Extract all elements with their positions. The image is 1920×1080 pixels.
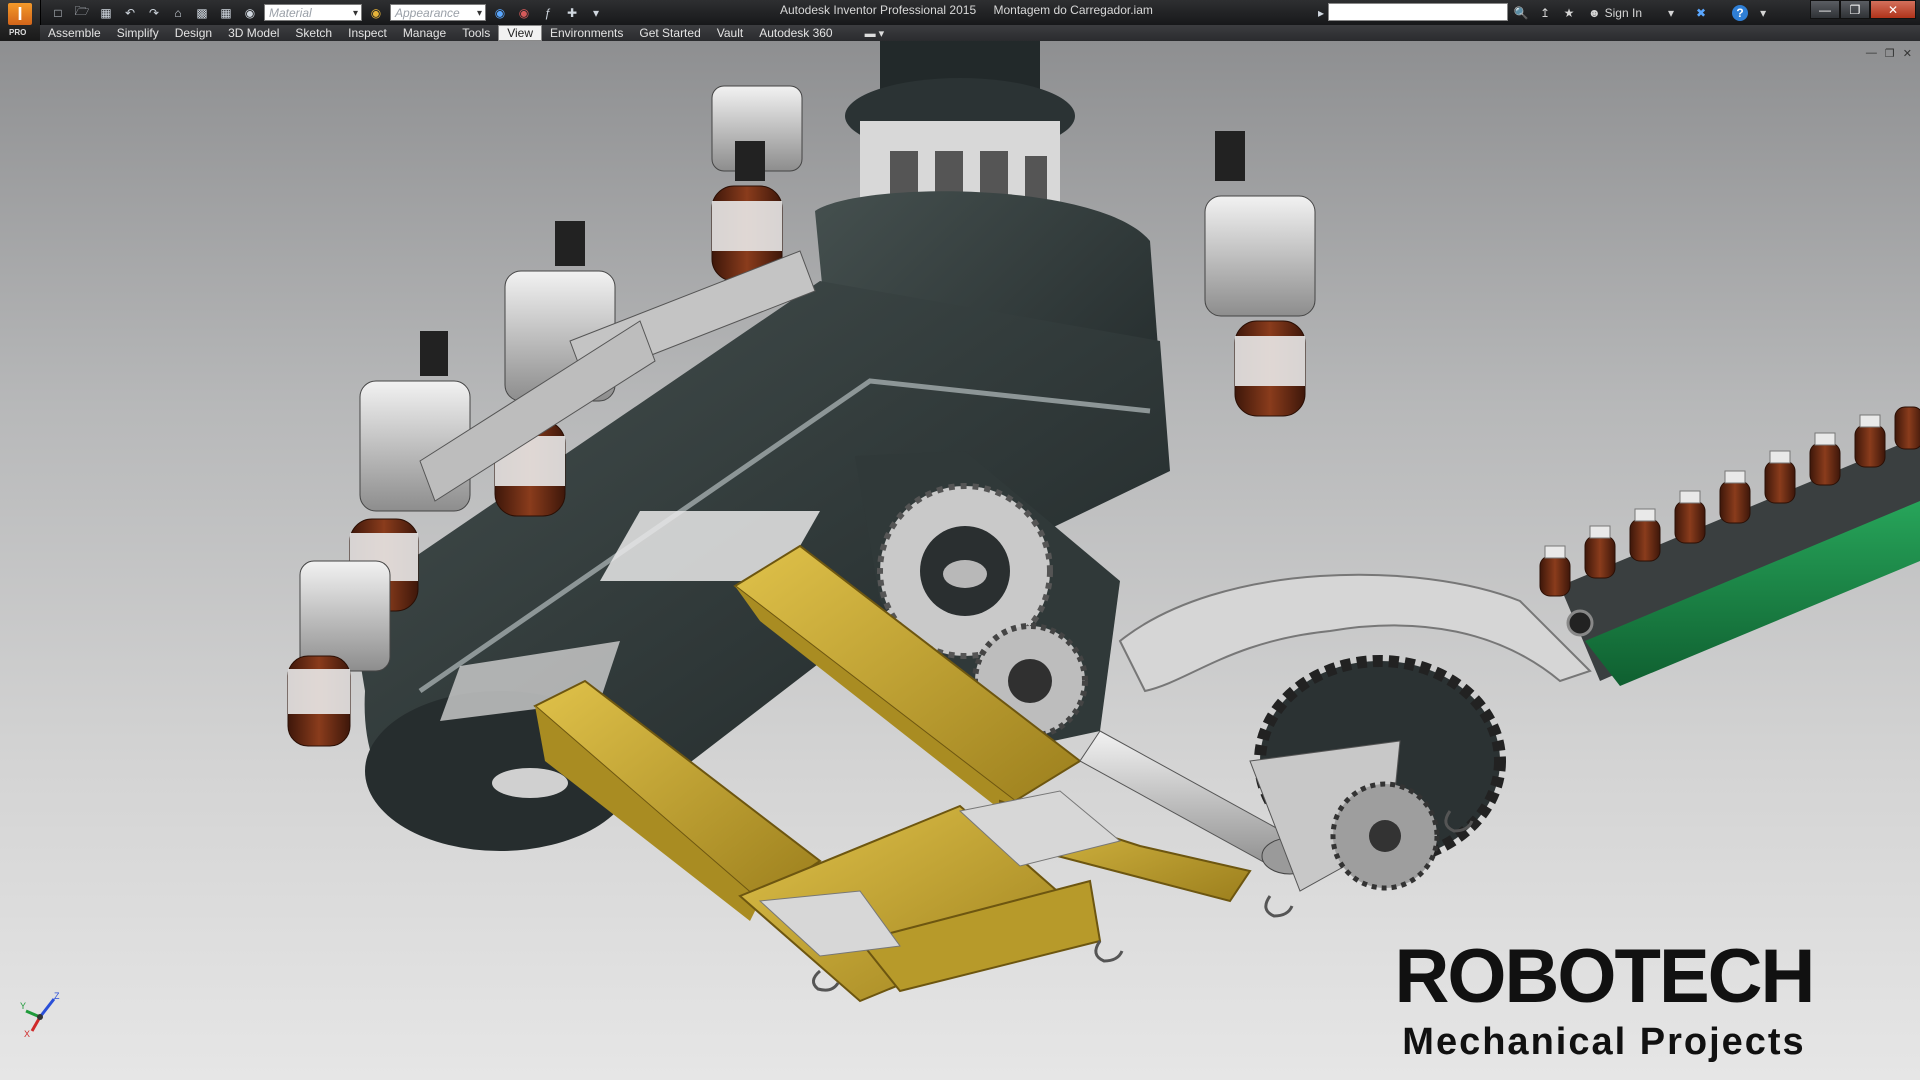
tab-design[interactable]: Design — [167, 25, 220, 41]
brand-subtitle: Mechanical Projects — [1402, 1021, 1806, 1063]
adjust-appearance-icon[interactable]: ◉ — [514, 4, 534, 22]
material-dropdown[interactable]: Material — [264, 4, 362, 22]
tab-autodesk-360[interactable]: Autodesk 360 — [751, 25, 840, 41]
redo-icon[interactable]: ↷ — [144, 4, 164, 22]
customize-qat-chevron-down-icon[interactable]: ▾ — [586, 4, 606, 22]
restore-button[interactable]: ❐ — [1840, 0, 1870, 19]
ribbon-tabs: Assemble Simplify Design 3D Model Sketch… — [40, 25, 1920, 41]
new-file-icon[interactable]: □ — [48, 4, 68, 22]
help-search-input[interactable] — [1328, 3, 1508, 21]
chevron-down-icon: ▾ — [1668, 5, 1675, 20]
triad-y-label: Y — [20, 1001, 26, 1011]
conveyor — [1539, 406, 1920, 686]
graphics-window[interactable]: — ❐ ✕ Z Y X ROBOTECH Mechanical Projects — [0, 41, 1920, 1080]
assembly-model-render — [287, 41, 1920, 1003]
view-triad[interactable]: Z Y X — [18, 991, 66, 1039]
minimize-button[interactable]: — — [1810, 0, 1840, 19]
ribbon-display-toggle-icon[interactable]: ▬ ▾ — [865, 27, 885, 40]
window-title: Autodesk Inventor Professional 2015 Mont… — [780, 3, 1153, 17]
search-expand-icon[interactable]: ▸ — [1316, 4, 1326, 22]
inventor-logo-icon: I — [8, 3, 32, 25]
application-menu-button[interactable]: I PRO — [0, 0, 41, 40]
appearance-dropdown[interactable]: Appearance — [390, 4, 486, 22]
help-button[interactable]: ? — [1732, 4, 1749, 21]
sign-in-label: Sign In — [1604, 5, 1642, 20]
document-title: Montagem do Carregador.iam — [993, 3, 1153, 17]
tab-view[interactable]: View — [498, 25, 542, 41]
appearance-sphere-icon[interactable]: ◉ — [240, 4, 260, 22]
tab-assemble[interactable]: Assemble — [40, 25, 109, 41]
update-icon[interactable]: ▩ — [192, 4, 212, 22]
tab-vault[interactable]: Vault — [709, 25, 751, 41]
subscription-icon[interactable]: ↥ — [1536, 6, 1554, 20]
tab-3d-model[interactable]: 3D Model — [220, 25, 287, 41]
brand-name: ROBOTECH — [1394, 934, 1816, 1019]
triad-x-label: X — [24, 1029, 30, 1039]
select-filter-icon[interactable]: ▦ — [216, 4, 236, 22]
window-controls: — ❐ ✕ — [1810, 0, 1916, 19]
color-wheel-icon[interactable]: ◉ — [366, 4, 386, 22]
save-icon[interactable]: ▦ — [96, 4, 116, 22]
tab-sketch[interactable]: Sketch — [287, 25, 340, 41]
sign-in-button[interactable]: ☻ Sign In ▾ — [1588, 6, 1674, 20]
measure-icon[interactable]: ✚ — [562, 4, 582, 22]
user-icon: ☻ — [1588, 5, 1601, 20]
parameters-icon[interactable]: ƒ — [538, 4, 558, 22]
robotech-watermark: ROBOTECH Mechanical Projects — [1384, 939, 1824, 1064]
help-chevron-down-icon[interactable]: ▾ — [1754, 6, 1772, 20]
clear-appearance-icon[interactable]: ◉ — [490, 4, 510, 22]
tab-get-started[interactable]: Get Started — [631, 25, 708, 41]
infocenter-tools: 🔍 ↥ ★ ☻ Sign In ▾ ✖ ? ▾ — [1512, 2, 1772, 23]
quick-access-toolbar: □ 🗁 ▦ ↶ ↷ ⌂ ▩ ▦ ◉ Material ◉ Appearance … — [48, 2, 606, 23]
tab-environments[interactable]: Environments — [542, 25, 631, 41]
triad-z-label: Z — [54, 991, 60, 1001]
tab-tools[interactable]: Tools — [454, 25, 498, 41]
exchange-apps-icon[interactable]: ✖ — [1696, 6, 1706, 20]
tab-simplify[interactable]: Simplify — [109, 25, 167, 41]
title-bar: I PRO □ 🗁 ▦ ↶ ↷ ⌂ ▩ ▦ ◉ Material ◉ Appea… — [0, 0, 1920, 40]
search-binoculars-icon[interactable]: 🔍 — [1512, 6, 1530, 20]
edition-label: PRO — [9, 28, 27, 37]
chain-sprocket — [1249, 655, 1506, 892]
tab-inspect[interactable]: Inspect — [340, 25, 395, 41]
undo-icon[interactable]: ↶ — [120, 4, 140, 22]
home-icon[interactable]: ⌂ — [168, 4, 188, 22]
close-button[interactable]: ✕ — [1870, 0, 1916, 19]
app-title: Autodesk Inventor Professional 2015 — [780, 3, 977, 17]
favorites-star-icon[interactable]: ★ — [1560, 6, 1578, 20]
tab-manage[interactable]: Manage — [395, 25, 454, 41]
open-folder-icon[interactable]: 🗁 — [72, 4, 92, 22]
